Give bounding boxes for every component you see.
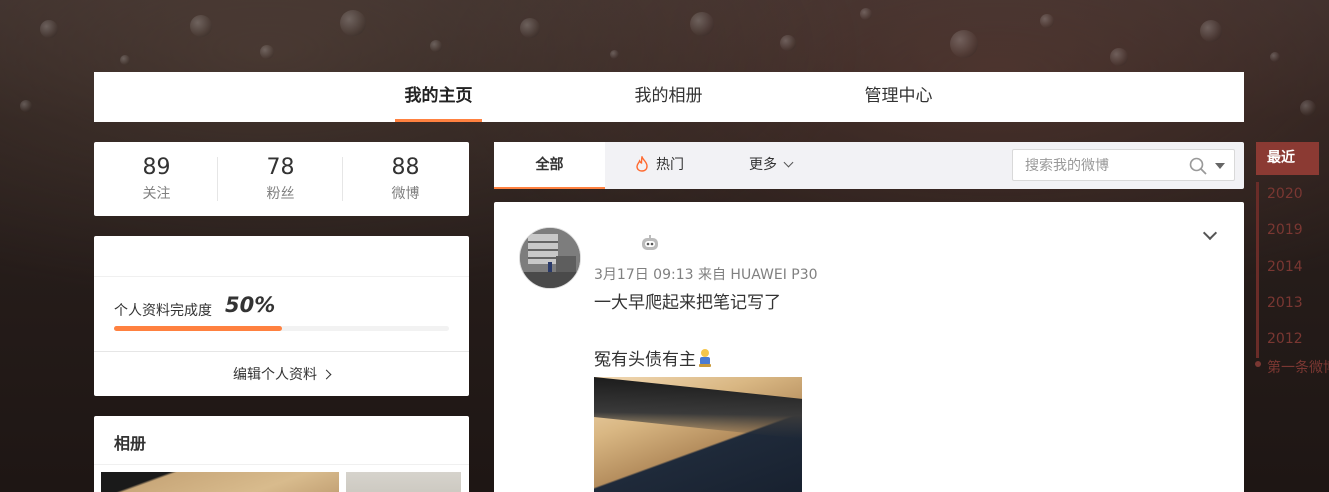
stats-card: 89 关注 78 粉丝 88 微博 [94,142,469,216]
completeness-percent: 50% [225,293,276,317]
robot-icon [642,235,658,250]
following-count[interactable]: 89 关注 [94,156,219,203]
post-image[interactable] [594,377,802,492]
tab-my-home[interactable]: 我的主页 [395,72,482,122]
timeline-year-2013[interactable]: 2013 [1267,295,1303,311]
search-dropdown-icon[interactable] [1215,163,1225,169]
posts-number: 88 [391,155,420,180]
posts-count[interactable]: 88 微博 [343,156,468,203]
posts-label: 微博 [391,186,420,202]
chevron-down-icon[interactable] [1202,225,1218,241]
timeline-line [1256,182,1259,358]
followers-label: 粉丝 [266,186,295,202]
timeline-year-2020[interactable]: 2020 [1267,186,1303,202]
completeness-label: 个人资料完成度 [114,303,212,319]
tab-management-center[interactable]: 管理中心 [855,72,942,122]
edit-profile-link[interactable]: 编辑个人资料 [94,364,469,384]
feed-tabs: 全部 热门 更多 [494,142,1244,189]
chevron-down-icon [783,157,794,168]
profile-card: 个人资料完成度 50% 编辑个人资料 [94,236,469,396]
avatar[interactable] [519,227,581,289]
completeness-progress-fill [114,326,282,331]
following-label: 关注 [142,186,171,202]
album-photo[interactable] [101,472,339,492]
post-meta: 3月17日 09:13 来自 HUAWEI P30 [594,267,818,283]
search-icon[interactable] [1189,157,1207,175]
top-nav: 我的主页 我的相册 管理中心 [94,72,1244,122]
post-card: 3月17日 09:13 来自 HUAWEI P30 一大早爬起来把笔记写了 冤有… [494,202,1244,492]
tab-more-label: 更多 [749,157,777,173]
emoji-icon [699,349,711,367]
post-image-detail [594,377,802,439]
tab-all[interactable]: 全部 [494,142,605,189]
post-text-line1: 一大早爬起来把笔记写了 [594,293,781,313]
edit-profile-label: 编辑个人资料 [233,367,317,383]
timeline-current[interactable]: 最近 [1256,142,1319,175]
album-title: 相册 [114,434,147,453]
followers-count[interactable]: 78 粉丝 [218,156,343,203]
year-timeline: 最近 2020 2019 2014 2013 2012 第一条微博 [1255,142,1329,382]
timeline-year-2019[interactable]: 2019 [1267,222,1303,238]
followers-number: 78 [266,155,295,180]
post-text-line2-label: 冤有头债有主 [594,350,696,370]
timeline-dot [1255,361,1261,367]
avatar-image [520,228,580,288]
completeness-progress-bar [114,326,449,331]
divider [94,351,469,352]
timeline-year-2012[interactable]: 2012 [1267,331,1303,347]
chevron-right-icon [321,369,332,380]
following-number: 89 [142,155,171,180]
album-photo[interactable] [346,472,461,492]
album-card: 相册 [94,416,469,492]
tab-hot-label: 热门 [656,157,684,173]
timeline-first-post[interactable]: 第一条微博 [1267,357,1329,377]
tab-hot[interactable]: 热门 [636,142,684,189]
search-box [1012,149,1235,181]
tab-my-album[interactable]: 我的相册 [625,72,712,122]
divider [94,276,469,277]
tab-more[interactable]: 更多 [749,142,794,189]
search-input[interactable] [1025,156,1175,176]
divider [94,464,469,465]
timeline-year-2014[interactable]: 2014 [1267,259,1303,275]
post-text-line2: 冤有头债有主 [594,345,714,370]
flame-icon [636,156,648,172]
